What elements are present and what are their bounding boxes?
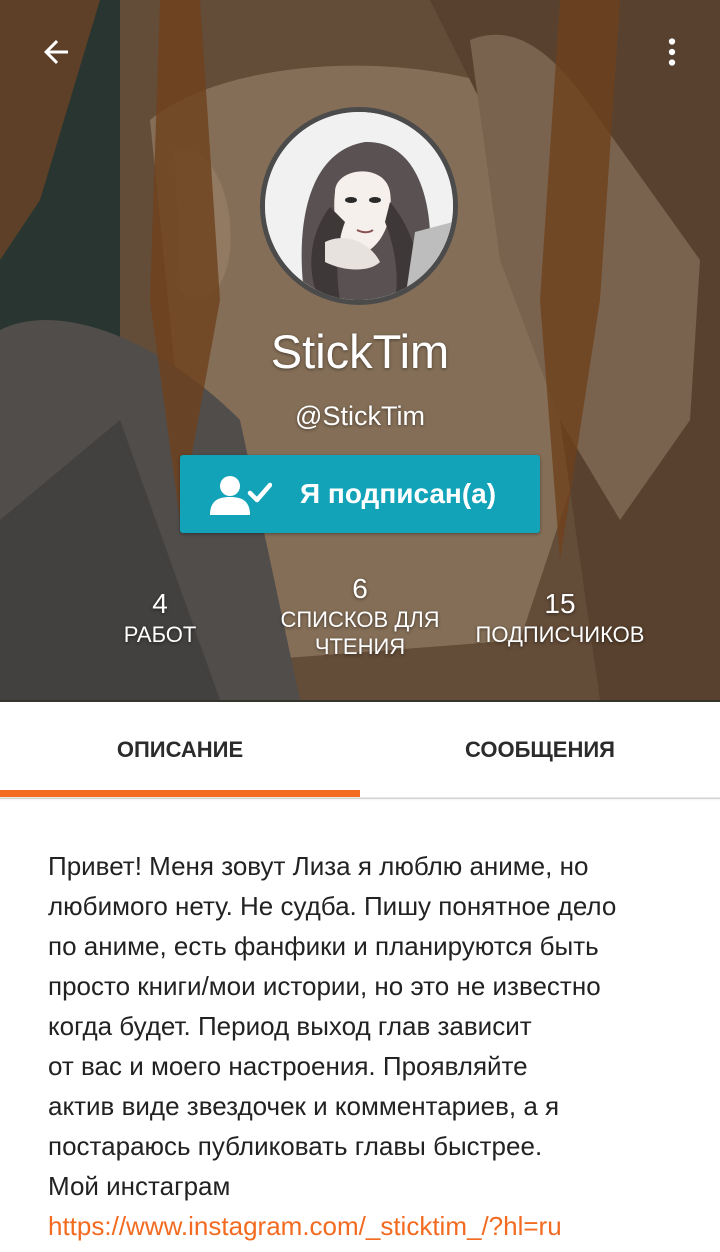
user-avatar-image xyxy=(265,112,453,300)
description-line: когда будет. Период выход глав зависит xyxy=(48,1011,532,1041)
description-line: любимого нету. Не судба. Пишу понятное д… xyxy=(48,891,617,921)
active-tab-indicator xyxy=(0,790,360,797)
profile-description: Привет! Меня зовут Лиза я люблю аниме, н… xyxy=(48,846,698,1246)
profile-tabs: ОПИСАНИЕ СООБЩЕНИЯ xyxy=(0,702,720,799)
profile-avatar[interactable] xyxy=(260,107,458,305)
following-button-label: Я подписан(а) xyxy=(300,478,497,509)
stat-works[interactable]: 4 РАБОТ xyxy=(80,587,240,648)
stat-works-count: 4 xyxy=(152,588,168,619)
more-options-button[interactable] xyxy=(640,22,704,82)
description-line: просто книги/мои истории, но это не изве… xyxy=(48,971,601,1001)
instagram-link[interactable]: https://www.instagram.com/_sticktim_/?hl… xyxy=(48,1206,698,1246)
description-line: по аниме, есть фанфики и планируются быт… xyxy=(48,931,599,961)
stat-followers[interactable]: 15 ПОДПИСЧИКОВ xyxy=(460,587,660,648)
description-line: актив виде звездочек и комментариев, а я xyxy=(48,1091,560,1121)
stat-reading-lists-label-line2: ЧТЕНИЯ xyxy=(314,634,406,659)
back-button[interactable] xyxy=(24,22,88,82)
profile-display-name: StickTim xyxy=(270,325,450,378)
tabs-divider xyxy=(0,797,720,801)
description-line: Привет! Меня зовут Лиза я люблю аниме, н… xyxy=(48,851,589,881)
stat-followers-label: ПОДПИСЧИКОВ xyxy=(475,622,645,647)
user-check-icon xyxy=(210,476,272,515)
following-button[interactable]: Я подписан(а) xyxy=(180,455,540,533)
description-line: постараюсь публиковать главы быстрее. xyxy=(48,1131,543,1161)
description-line: от вас и моего настроения. Проявляйте xyxy=(48,1051,528,1081)
stat-reading-lists[interactable]: 6 СПИСКОВ ДЛЯ ЧТЕНИЯ xyxy=(260,572,460,660)
stat-reading-lists-label-line1: СПИСКОВ ДЛЯ xyxy=(280,607,440,632)
stat-followers-count: 15 xyxy=(544,588,576,619)
tab-messages[interactable]: СООБЩЕНИЯ xyxy=(360,702,720,798)
more-vertical-icon xyxy=(668,38,676,66)
profile-header: StickTim @StickTim Я подписан(а) 4 РАБОТ… xyxy=(0,0,720,702)
description-line: Мой инстаграм xyxy=(48,1171,231,1201)
stat-works-label: РАБОТ xyxy=(123,622,197,647)
stat-reading-lists-count: 6 xyxy=(352,573,368,604)
profile-username: @StickTim xyxy=(295,401,425,431)
arrow-left-icon xyxy=(44,40,68,64)
tab-description[interactable]: ОПИСАНИЕ xyxy=(0,702,360,798)
